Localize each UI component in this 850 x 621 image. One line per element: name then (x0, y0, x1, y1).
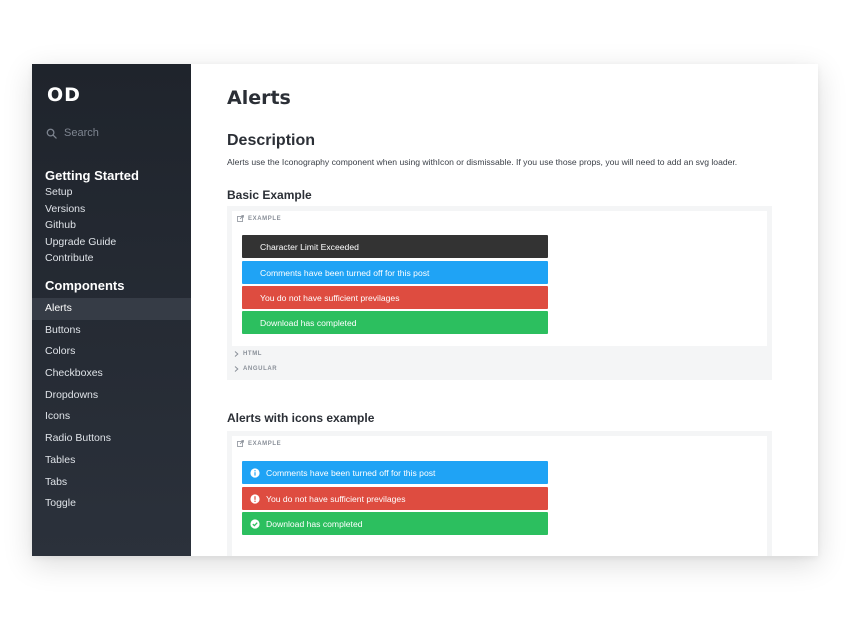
icons-example-panel: EXAMPLE Comments have been turned off fo… (227, 431, 772, 556)
alert-error-with-icon: You do not have sufficient previlages (242, 487, 548, 510)
icons-example-heading: Alerts with icons example (227, 411, 375, 425)
nav-list-getting-started: Setup Versions Github Upgrade Guide Cont… (32, 184, 191, 267)
basic-example-heading: Basic Example (227, 188, 312, 202)
main-content: Alerts Description Alerts use the Iconog… (191, 64, 818, 556)
external-link-icon (237, 440, 244, 447)
alert-success-with-icon: Download has completed (242, 512, 548, 535)
basic-example-preview: EXAMPLE Character Limit Exceeded Comment… (232, 211, 767, 346)
sidebar-item-toggle[interactable]: Toggle (32, 493, 191, 515)
search-input[interactable] (64, 127, 164, 139)
angular-code-toggle[interactable]: ANGULAR (234, 366, 277, 372)
sidebar-item-setup[interactable]: Setup (32, 184, 191, 201)
sidebar-item-buttons[interactable]: Buttons (32, 320, 191, 342)
nav-list-components: Alerts Buttons Colors Checkboxes Dropdow… (32, 298, 191, 515)
info-icon (250, 467, 260, 478)
sidebar-item-colors[interactable]: Colors (32, 341, 191, 363)
icons-example-preview: EXAMPLE Comments have been turned off fo… (232, 436, 767, 556)
alert-dark-text: Character Limit Exceeded (260, 241, 359, 252)
example-label-text: EXAMPLE (248, 440, 282, 447)
sidebar: OD Getting Started Setup Versions Github… (32, 64, 191, 556)
example-label: EXAMPLE (237, 440, 281, 447)
alert-error: You do not have sufficient previlages (242, 286, 548, 309)
description-text: Alerts use the Iconography component whe… (227, 157, 738, 167)
sidebar-item-tabs[interactable]: Tabs (32, 472, 191, 494)
example-label: EXAMPLE (237, 215, 281, 222)
alert-info-text: Comments have been turned off for this p… (260, 267, 430, 278)
description-heading: Description (227, 132, 316, 149)
basic-example-panel: EXAMPLE Character Limit Exceeded Comment… (227, 206, 772, 380)
angular-code-toggle-label: ANGULAR (243, 366, 278, 372)
alert-error-text: You do not have sufficient previlages (260, 292, 400, 303)
sidebar-item-contribute[interactable]: Contribute (32, 250, 191, 267)
nav-heading-components: Components (45, 278, 125, 293)
sidebar-item-github[interactable]: Github (32, 217, 191, 234)
alert-success-text: Download has completed (260, 317, 357, 328)
external-link-icon (237, 215, 244, 222)
page-title: Alerts (227, 87, 291, 109)
nav-heading-getting-started: Getting Started (45, 168, 139, 183)
logo[interactable]: OD (47, 84, 81, 106)
app-window: OD Getting Started Setup Versions Github… (32, 64, 818, 556)
html-code-toggle-label: HTML (243, 351, 263, 357)
alert-info: Comments have been turned off for this p… (242, 261, 548, 284)
search-icon (46, 128, 57, 139)
error-icon (250, 493, 260, 504)
chevron-right-icon (234, 366, 239, 372)
alert-dark: Character Limit Exceeded (242, 235, 548, 258)
search-bar[interactable] (46, 127, 164, 139)
alert-success-text: Download has completed (266, 518, 363, 529)
sidebar-item-dropdowns[interactable]: Dropdowns (32, 385, 191, 407)
html-code-toggle[interactable]: HTML (234, 351, 262, 357)
sidebar-item-tables[interactable]: Tables (32, 450, 191, 472)
sidebar-item-alerts[interactable]: Alerts (32, 298, 191, 320)
sidebar-item-checkboxes[interactable]: Checkboxes (32, 363, 191, 385)
sidebar-item-icons[interactable]: Icons (32, 406, 191, 428)
example-label-text: EXAMPLE (248, 215, 282, 222)
sidebar-item-upgrade-guide[interactable]: Upgrade Guide (32, 234, 191, 251)
alert-info-text: Comments have been turned off for this p… (266, 467, 436, 478)
chevron-right-icon (234, 351, 239, 357)
sidebar-item-radio-buttons[interactable]: Radio Buttons (32, 428, 191, 450)
check-circle-icon (250, 518, 260, 529)
sidebar-item-versions[interactable]: Versions (32, 201, 191, 218)
alert-success: Download has completed (242, 311, 548, 334)
alert-error-text: You do not have sufficient previlages (266, 493, 406, 504)
alert-info-with-icon: Comments have been turned off for this p… (242, 461, 548, 484)
